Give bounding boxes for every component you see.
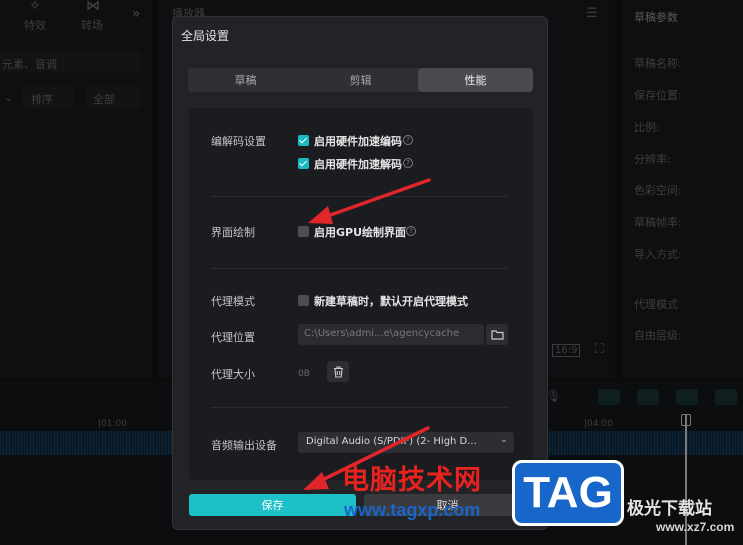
arrow-to-gpu-option-icon <box>308 178 431 224</box>
watermark-right-url: www.xz7.com <box>656 520 735 534</box>
watermark-right-name: 极光下载站 <box>627 499 712 519</box>
app-window: ✧ 特效 ⋈ 转场 » 元素、音调 ⌄ 排序 全部 播放器 16:9 ⛶ ☰ 草… <box>0 0 743 545</box>
watermark-tag-text: TAG <box>523 468 613 517</box>
watermark-tag-logo: TAG <box>512 460 624 526</box>
watermark-site-name: 电脑技术网 <box>342 465 482 496</box>
watermark-site-url: www.tagxp.com <box>344 500 481 520</box>
